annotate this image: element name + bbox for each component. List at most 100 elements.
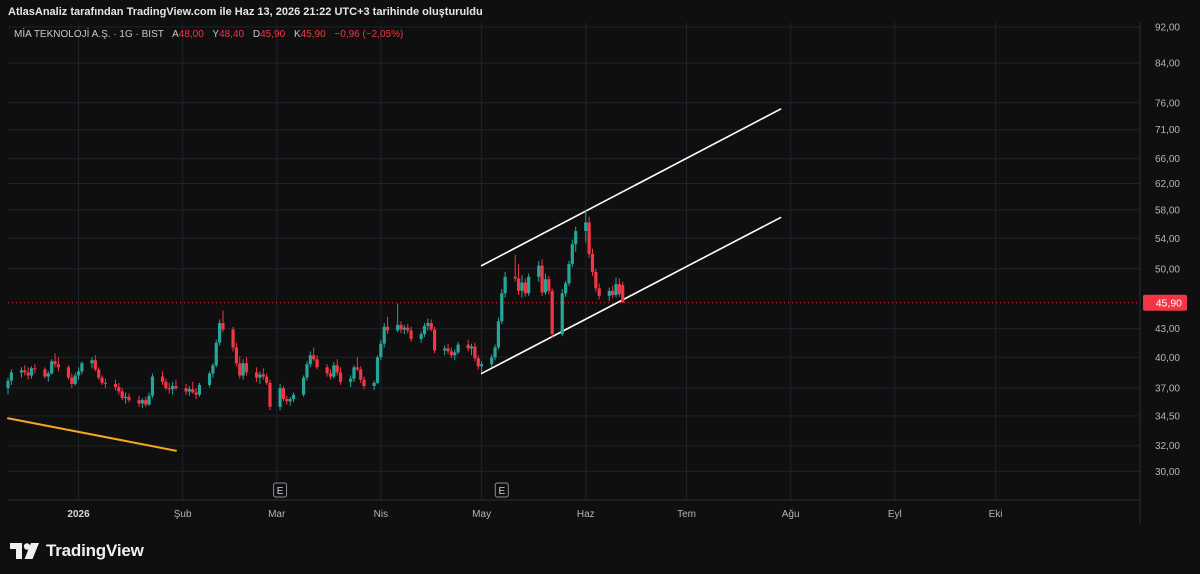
price-tick-label: 50,00 <box>1155 264 1180 275</box>
price-tick-label: 32,00 <box>1155 441 1180 452</box>
candle-body <box>325 367 329 374</box>
candle-body <box>241 363 245 376</box>
candle-body <box>123 396 128 398</box>
candle-body <box>567 264 571 284</box>
candle-body <box>372 382 376 387</box>
candle-body <box>375 357 380 383</box>
time-tick-label: Şub <box>174 509 192 520</box>
candle-body <box>496 321 501 348</box>
candle-body <box>426 323 430 326</box>
candle-body <box>355 367 359 370</box>
candle-body <box>476 358 480 367</box>
candle-body <box>211 365 215 374</box>
candle-body <box>218 323 222 343</box>
candle-body <box>120 391 124 398</box>
candle-body <box>164 381 168 389</box>
candle-body <box>574 230 578 245</box>
candle-body <box>214 342 218 366</box>
candle-body <box>312 355 316 360</box>
candle-body <box>23 370 27 373</box>
candle-body <box>50 361 54 374</box>
candle-body <box>500 293 504 322</box>
candle-body <box>187 389 191 392</box>
candle-body <box>456 344 460 353</box>
tradingview-logo[interactable]: TradingView <box>10 541 144 561</box>
price-tick-label: 66,00 <box>1155 154 1180 165</box>
price-tick-label: 30,00 <box>1155 467 1180 478</box>
candle-body <box>328 373 333 377</box>
legend-close-value: 45,90 <box>300 29 326 40</box>
candle-body <box>268 382 272 407</box>
candle-body <box>607 290 611 296</box>
candle-body <box>453 352 457 356</box>
candle-body <box>422 325 427 335</box>
candle-body <box>443 348 447 351</box>
time-tick-label: Tem <box>677 509 696 520</box>
candle-body <box>66 367 71 378</box>
candle-body <box>429 323 433 330</box>
symbol-legend[interactable]: MİA TEKNOLOJİ A.Ş. · 1G · BIST A48,00 Y4… <box>14 29 403 40</box>
candle-body <box>469 346 474 349</box>
candle-body <box>137 400 141 404</box>
legend-open-value: 48,00 <box>178 29 204 40</box>
last-price-badge: 45,90 <box>1143 294 1187 311</box>
candle-body <box>33 368 37 370</box>
candle-body <box>409 330 413 339</box>
candle-body <box>76 371 81 376</box>
candle-body <box>493 347 497 358</box>
candle-body <box>550 290 554 335</box>
price-tick-label: 54,00 <box>1155 234 1180 245</box>
candle-body <box>308 355 312 365</box>
candle-body <box>617 284 621 295</box>
candle-body <box>301 377 306 395</box>
price-chart[interactable]: 92,00 84,00 76,00 71,00 66,00 62,00 58,00 54,00… <box>0 0 1200 524</box>
candle-body <box>584 222 588 231</box>
candle-body <box>382 326 386 344</box>
candle-body <box>285 399 289 402</box>
candle-body <box>191 389 195 393</box>
candle-body <box>523 282 527 294</box>
candle-body <box>611 290 615 296</box>
candle-body <box>150 376 155 396</box>
candle-body <box>265 376 269 383</box>
candle-body <box>127 396 131 401</box>
candle-body <box>117 387 121 392</box>
candle-body <box>103 382 108 384</box>
legend-change-value: −0,96 (−2,05%) <box>334 29 404 40</box>
candle-body <box>144 400 148 405</box>
candle-body <box>244 363 249 373</box>
legend-open-label: A <box>172 29 179 40</box>
candle-body <box>332 365 336 377</box>
candle-body <box>167 388 171 390</box>
price-tick-label: 37,00 <box>1155 384 1180 395</box>
candle-body <box>194 392 198 395</box>
candle-body <box>513 276 517 279</box>
candle-body <box>29 368 34 376</box>
earnings-marker-label: E <box>498 486 505 497</box>
candle-body <box>564 283 568 294</box>
price-tick-label: 84,00 <box>1155 59 1180 70</box>
price-tick-label: 58,00 <box>1155 205 1180 216</box>
candle-body <box>537 265 541 277</box>
price-tick-label: 43,00 <box>1155 324 1180 335</box>
candle-body <box>43 369 47 377</box>
candle-body <box>449 351 453 356</box>
candle-body <box>385 326 390 331</box>
footer-bar: TradingView <box>0 524 1200 574</box>
legend-high-value: 48,40 <box>219 29 245 40</box>
candle-body <box>19 370 24 373</box>
time-tick-label: May <box>472 509 491 520</box>
price-tick-label: 34,50 <box>1155 411 1180 422</box>
candle-body <box>93 360 97 370</box>
tradingview-logo-icon <box>10 543 39 559</box>
price-tick-label: 76,00 <box>1155 98 1180 109</box>
candle-body <box>543 279 548 293</box>
candle-body <box>174 386 178 389</box>
candle-body <box>446 348 450 352</box>
candle-body <box>90 360 94 364</box>
candle-body <box>520 282 524 291</box>
candle-body <box>207 373 212 385</box>
candle-body <box>56 364 60 368</box>
candle-body <box>97 369 101 378</box>
candle-body <box>352 367 356 379</box>
